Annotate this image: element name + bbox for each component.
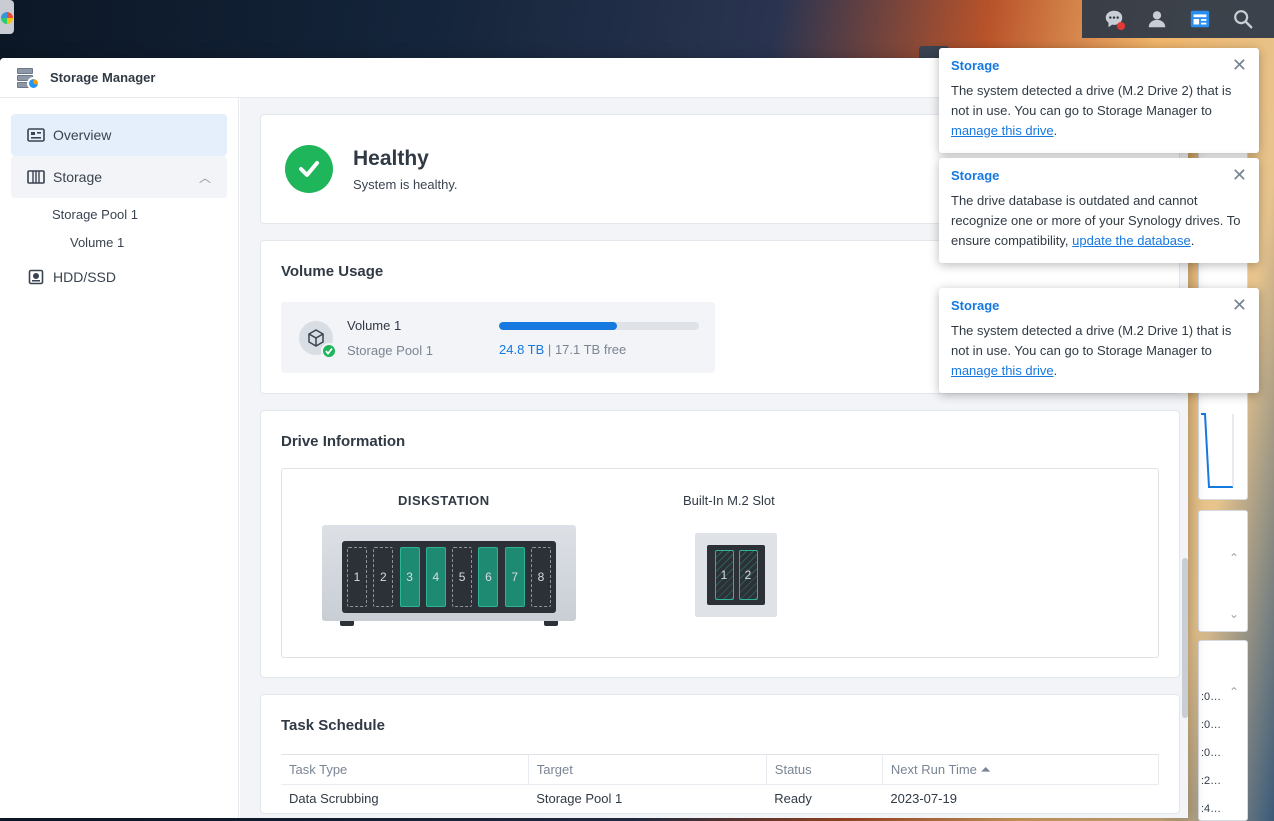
drive-bay-8[interactable]: 8 bbox=[530, 547, 551, 607]
sidebar-item-label: Storage bbox=[53, 169, 103, 185]
table-row[interactable]: Data Scrubbing Storage Pool 1 Ready 2023-07… bbox=[281, 785, 1159, 813]
window-title: Storage Manager bbox=[50, 70, 156, 85]
m2-slot-2[interactable]: 2 bbox=[738, 550, 758, 600]
search-icon[interactable] bbox=[1230, 6, 1256, 32]
chevron-up-icon[interactable]: ︿ bbox=[199, 169, 211, 186]
notification-body: The system detected a drive (M.2 Drive 2… bbox=[951, 83, 1232, 138]
notification-toast[interactable]: Storage The system detected a drive (M.2… bbox=[939, 48, 1259, 153]
desktop-app-icon[interactable] bbox=[0, 0, 14, 34]
notification-title: Storage bbox=[951, 168, 1000, 183]
healthy-check-icon bbox=[285, 145, 333, 193]
update-database-link[interactable]: update the database bbox=[1072, 233, 1191, 248]
table-column-header[interactable]: Target bbox=[528, 754, 767, 785]
usage-separator: | bbox=[547, 342, 552, 357]
hdd-icon bbox=[27, 269, 45, 285]
drive-bay-3[interactable]: 3 bbox=[399, 547, 420, 607]
drive-bay-5[interactable]: 5 bbox=[452, 547, 473, 607]
system-tray bbox=[1082, 0, 1274, 38]
usage-bar bbox=[499, 322, 699, 330]
chassis-foot bbox=[544, 621, 558, 626]
overview-icon bbox=[27, 127, 45, 143]
sidebar-item-overview[interactable]: Overview bbox=[11, 114, 227, 156]
m2-slot-enclosure: 12 bbox=[695, 533, 777, 617]
notification-body: The system detected a drive (M.2 Drive 1… bbox=[951, 323, 1232, 378]
chassis-foot bbox=[340, 621, 354, 626]
sidebar-item-label: Overview bbox=[53, 127, 112, 143]
m2-slot-label: Built-In M.2 Slot bbox=[683, 493, 775, 508]
chat-icon[interactable] bbox=[1101, 6, 1127, 32]
sidebar-item-storage-pool-1[interactable]: Storage Pool 1 bbox=[11, 200, 227, 228]
close-icon[interactable]: ✕ bbox=[1232, 56, 1247, 74]
table-cell: 2023-07-19 bbox=[890, 791, 957, 807]
drive-bay-6[interactable]: 6 bbox=[478, 547, 499, 607]
sidebar: Overview Storage ︿ Storage Pool 1 Volume… bbox=[0, 98, 239, 818]
diskstation-label: DISKSTATION bbox=[398, 493, 490, 508]
volume-pool-name: Storage Pool 1 bbox=[347, 342, 434, 358]
m2-slots: 12 bbox=[707, 545, 765, 605]
drive-bay-7[interactable]: 7 bbox=[504, 547, 525, 607]
close-icon[interactable]: ✕ bbox=[1232, 166, 1247, 184]
task-schedule-card: Task Schedule Task Type Target Status Next … bbox=[260, 694, 1180, 814]
background-widget: ⌃ :0…:0…:0…:2…:4… bbox=[1198, 640, 1248, 821]
table-column-header[interactable]: Next Run Time ⏶ bbox=[882, 754, 1160, 785]
volume-usage-item[interactable]: Volume 1 Storage Pool 1 24.8 TB | 17.1 T… bbox=[281, 302, 715, 373]
sidebar-item-label: Volume 1 bbox=[70, 234, 125, 250]
table-cell: Ready bbox=[774, 791, 812, 807]
volume-cube-icon bbox=[299, 320, 337, 359]
drive-diagram: DISKSTATION Built-In M.2 Slot 12345678 1… bbox=[281, 468, 1159, 658]
background-widget: ⌃ ⌄ bbox=[1198, 510, 1248, 632]
close-icon[interactable]: ✕ bbox=[1232, 296, 1247, 314]
volume-healthy-badge-icon bbox=[321, 342, 337, 359]
drive-bay-1[interactable]: 1 bbox=[347, 547, 367, 607]
sidebar-item-label: Storage Pool 1 bbox=[52, 206, 139, 222]
notification-dot bbox=[1116, 22, 1125, 30]
notification-toast[interactable]: Storage The system detected a drive (M.2… bbox=[939, 288, 1259, 393]
task-schedule-table: Task Type Target Status Next Run Time ⏶ Dat… bbox=[281, 754, 1160, 813]
m2-slot-1[interactable]: 1 bbox=[714, 550, 734, 600]
storage-icon bbox=[27, 169, 45, 185]
table-cell: Storage Pool 1 bbox=[536, 791, 623, 807]
manage-drive-link[interactable]: manage this drive bbox=[951, 123, 1054, 138]
drive-bay-4[interactable]: 4 bbox=[425, 547, 446, 607]
used-capacity: 24.8 TB bbox=[499, 342, 545, 357]
storage-manager-app-icon bbox=[16, 66, 40, 90]
widgets-icon[interactable] bbox=[1187, 6, 1213, 32]
free-capacity: 17.1 TB free bbox=[554, 342, 627, 357]
notification-body: The drive database is outdated and canno… bbox=[951, 193, 1241, 248]
drive-bays: 12345678 bbox=[342, 541, 556, 613]
drive-information-card: Drive Information DISKSTATION Built-In M… bbox=[260, 410, 1180, 678]
drive-information-title: Drive Information bbox=[281, 433, 406, 450]
volume-name: Volume 1 bbox=[347, 317, 402, 333]
table-column-header[interactable]: Status bbox=[766, 754, 883, 785]
health-status-title: Healthy bbox=[353, 146, 429, 170]
usage-bar-fill bbox=[499, 322, 617, 330]
sidebar-item-volume-1[interactable]: Volume 1 bbox=[11, 228, 227, 256]
content-scrollbar[interactable] bbox=[1182, 558, 1188, 718]
sidebar-item-hdd-ssd[interactable]: HDD/SSD bbox=[11, 256, 227, 298]
notification-title: Storage bbox=[951, 298, 1000, 313]
notification-toast[interactable]: Storage The drive database is outdated a… bbox=[939, 158, 1259, 263]
table-column-header[interactable]: Task Type bbox=[281, 754, 529, 785]
health-status-subtitle: System is healthy. bbox=[353, 176, 458, 192]
table-cell: Data Scrubbing bbox=[289, 791, 379, 807]
notification-title: Storage bbox=[951, 58, 1000, 73]
drive-bay-2[interactable]: 2 bbox=[373, 547, 394, 607]
sidebar-item-storage[interactable]: Storage ︿ bbox=[11, 156, 227, 198]
manage-drive-link[interactable]: manage this drive bbox=[951, 363, 1054, 378]
sidebar-item-label: HDD/SSD bbox=[53, 269, 117, 285]
task-schedule-title: Task Schedule bbox=[281, 717, 385, 734]
diskstation-chassis: 12345678 bbox=[322, 525, 576, 626]
user-icon[interactable] bbox=[1144, 6, 1170, 32]
volume-usage-meter: 24.8 TB | 17.1 TB free bbox=[499, 322, 699, 357]
